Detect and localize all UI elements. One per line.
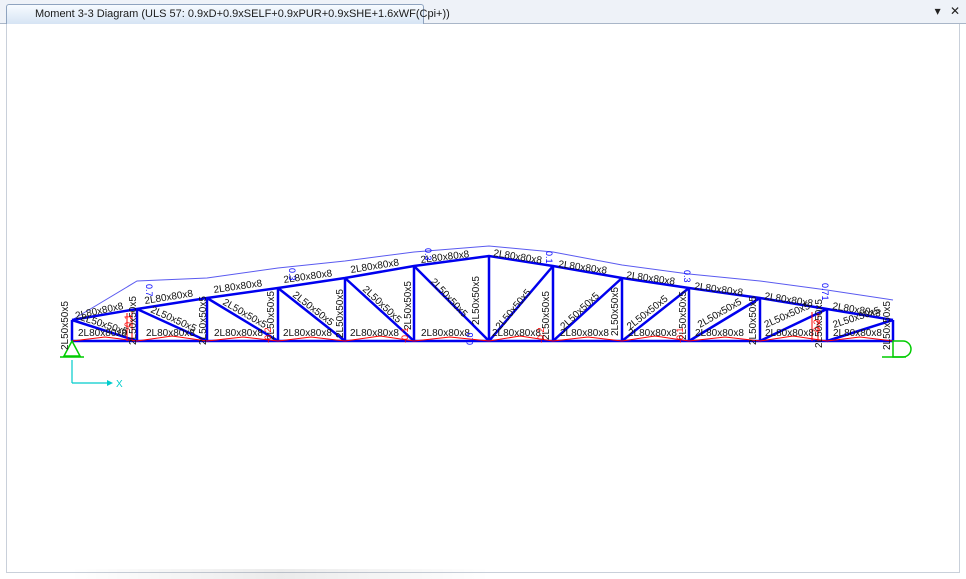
moment-value: 0.71 <box>820 283 830 301</box>
member-label: 2L50x50x5 <box>428 277 470 321</box>
moment-value-negative: -0.1 <box>123 314 133 330</box>
member-label: 2L50x50x5 <box>221 297 269 331</box>
moment-value: 0.3 <box>423 248 433 261</box>
member-label: 2L80x80x8 <box>833 328 882 339</box>
top-chord <box>71 254 894 322</box>
member-label: 2L80x80x8 <box>493 248 543 267</box>
member-label: 2L50x50x5 <box>696 296 744 330</box>
member-label: 2L50x50x5 <box>335 289 346 338</box>
member-label: 2L50x50x5 <box>198 296 209 345</box>
axis-indicator: X <box>71 360 123 390</box>
member-label: 2L80x80x8 <box>421 328 470 339</box>
member-label: 2L50x50x5 <box>290 290 336 329</box>
member-label: 2L80x80x8 <box>350 328 399 339</box>
member-label: 2L80x80x8 <box>765 328 814 339</box>
member-label: 2L50x50x5 <box>494 287 534 332</box>
member-label: 2L50x50x5 <box>360 284 404 326</box>
member-label: 2L50x50x5 <box>625 293 671 332</box>
member-label: 2L80x80x8 <box>626 270 676 288</box>
roller-support-icon <box>892 340 912 358</box>
moment-value: 0.1 <box>544 251 554 264</box>
member-label: 2L50x50x5 <box>610 287 621 336</box>
member-label: 2L50x50x5 <box>471 276 482 325</box>
moment-value-negative: -0.1 <box>400 327 410 343</box>
member-label: 2L50x50x5 <box>60 301 71 350</box>
member-label: 2L50x50x5 <box>882 301 893 350</box>
moment-value-negative: -0.2 <box>263 327 273 343</box>
truss-diagram[interactable]: X 2L80x80x8 2L80x80x8 2L80x80x8 2L80x80x… <box>0 0 966 579</box>
axis-x-label: X <box>116 379 123 390</box>
moment-value: 0.7 <box>144 284 154 297</box>
moment-value: 0.0 <box>465 332 475 345</box>
member-label: 2L80x80x8 <box>628 328 677 339</box>
moment-value: 0.3 <box>287 268 297 281</box>
member-label: 2L50x50x5 <box>403 281 414 330</box>
moment-value-negative: -0.2 <box>812 319 822 335</box>
moment-value-negative: -0.1 <box>675 327 685 343</box>
moment-value-negative: -0.2 <box>536 327 546 343</box>
member-label: 2L50x50x5 <box>748 296 759 345</box>
member-label: 2L80x80x8 <box>558 259 608 277</box>
moment-value: 0.3 <box>682 270 692 283</box>
axis-x-arrow-icon <box>107 380 113 386</box>
member-label: 2L80x80x8 <box>694 281 744 299</box>
member-label: 2L50x50x5 <box>559 290 603 332</box>
member-label: 2L80x80x8 <box>214 328 263 339</box>
member-label: 2L80x80x8 <box>283 328 332 339</box>
